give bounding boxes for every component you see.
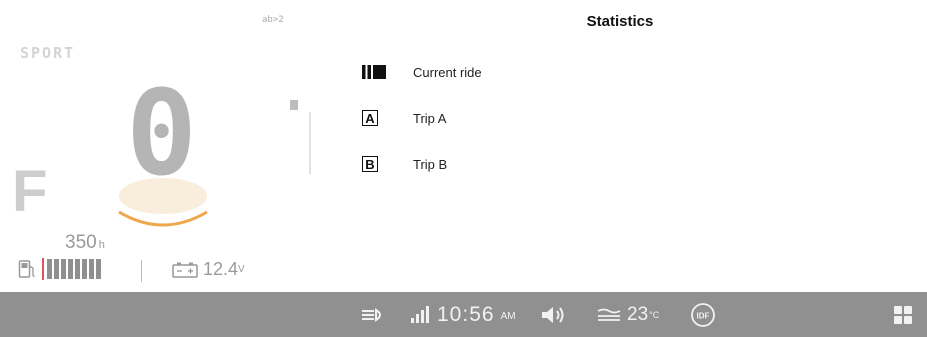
battery-voltage-unit: V — [238, 264, 245, 275]
cluster-divider-line — [309, 112, 311, 174]
fuel-bar — [82, 259, 87, 279]
temperature-unit: °C — [649, 309, 660, 320]
temperature-value: 23 — [627, 303, 649, 325]
trip-b-letter: B — [362, 156, 378, 172]
cluster-tick-mark — [290, 100, 298, 110]
menu-item-label: Trip B — [413, 156, 448, 172]
status-bar: 10:56 AM 23 °C IDF — [0, 292, 927, 337]
cluster-separator — [141, 260, 142, 282]
fuel-bar — [47, 259, 52, 279]
range-readout: 350 h — [65, 232, 105, 254]
fuel-pump-icon — [18, 260, 35, 278]
current-ride-icon — [362, 62, 386, 82]
headlight-icon — [360, 292, 386, 337]
fuel-level-bars — [47, 259, 101, 279]
fuel-bar — [96, 259, 101, 279]
ride-mode-label: SPORT — [20, 44, 76, 62]
menu-item-current-ride[interactable]: Current ride — [362, 61, 482, 83]
apps-grid-icon[interactable] — [893, 292, 913, 337]
clock-ampm: AM — [500, 311, 516, 322]
menu-item-label: Trip A — [413, 110, 447, 126]
trip-a-letter: A — [362, 110, 378, 126]
fuel-bar — [68, 259, 73, 279]
fuel-bar — [61, 259, 66, 279]
fuel-reserve-marker — [42, 258, 44, 280]
page-title: Statistics — [586, 13, 654, 30]
fuel-full-letter: F — [12, 159, 48, 224]
fuel-bar — [54, 259, 59, 279]
fuel-bar — [89, 259, 94, 279]
battery-icon — [172, 262, 198, 278]
idf-icon[interactable]: IDF — [690, 292, 716, 337]
menu-item-trip-a[interactable]: A Trip A — [362, 107, 446, 129]
range-unit: h — [98, 239, 105, 251]
idf-label: IDF — [697, 311, 710, 320]
top-indicator-text: ab>2 — [262, 15, 284, 25]
menu-item-trip-b[interactable]: B Trip B — [362, 153, 447, 175]
road-temperature-icon — [596, 292, 622, 337]
gear-arc-graphic — [118, 178, 208, 227]
range-value: 350 — [65, 232, 97, 253]
statistics-panel: Statistics Current ride A Trip A B Trip … — [350, 0, 927, 292]
battery-voltage-value: 12.4 — [203, 259, 239, 279]
battery-voltage: 12.4 V — [172, 259, 245, 280]
temperature: 23 °C — [627, 292, 659, 337]
instrument-cluster: SPORT ab>2 0 F 350 h 12.4 V — [0, 0, 330, 292]
fuel-bar — [75, 259, 80, 279]
clock-time: 10:56 — [437, 302, 495, 326]
volume-icon[interactable] — [540, 292, 566, 337]
clock: 10:56 AM — [437, 292, 516, 337]
menu-item-label: Current ride — [413, 64, 482, 80]
fuel-gauge — [18, 257, 101, 281]
trip-a-icon: A — [362, 108, 386, 128]
trip-b-icon: B — [362, 154, 386, 174]
signal-icon — [410, 292, 430, 337]
